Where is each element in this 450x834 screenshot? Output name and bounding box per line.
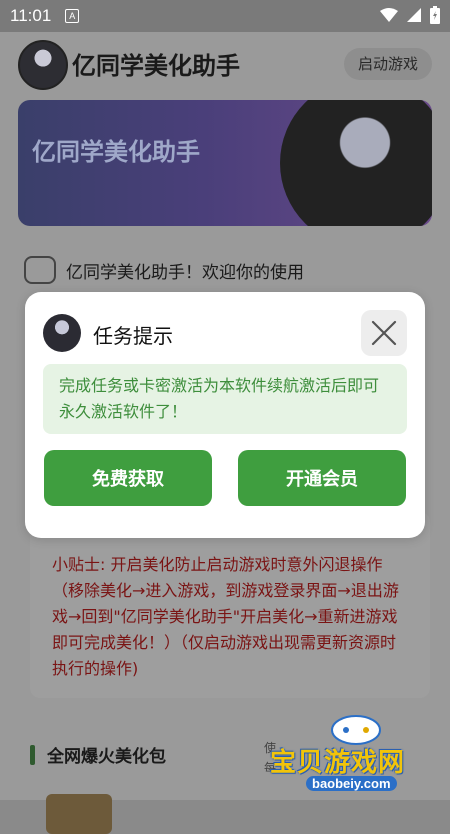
section-accent-bar: [30, 744, 35, 765]
welcome-text: 亿同学美化助手！欢迎你的使用: [66, 262, 304, 283]
notification-icon: A: [65, 9, 80, 23]
status-bar: 11:01 A: [0, 0, 450, 32]
dialog-message: 完成任务或卡密激活为本软件续航激活后即可永久激活软件了！: [43, 364, 407, 434]
watermark: 宝贝游戏网 baobeiy.com: [266, 712, 446, 800]
signal-icon: [407, 8, 421, 22]
battery-icon: [430, 6, 440, 24]
app-header: 亿同学美化助手 启动游戏: [0, 32, 450, 94]
section-title: 全网爆火美化包: [47, 747, 166, 767]
wifi-icon: [380, 8, 398, 22]
tips-text: 小贴士: 开启美化防止启动游戏时意外闪退操作（移除美化→进入游戏，到游戏登录界面…: [52, 555, 399, 678]
task-dialog: 任务提示 完成任务或卡密激活为本软件续航激活后即可永久激活软件了！ 免费获取 开…: [25, 292, 425, 538]
watermark-url: baobeiy.com: [306, 776, 397, 791]
tips-card: 小贴士: 开启美化防止启动游戏时意外闪退操作（移除美化→进入游戏，到游戏登录界面…: [30, 512, 430, 698]
close-button[interactable]: [361, 310, 407, 356]
launch-game-button[interactable]: 启动游戏: [343, 48, 432, 80]
banner-title: 亿同学美化助手: [32, 138, 200, 166]
banner[interactable]: 亿同学美化助手: [18, 100, 432, 226]
watermark-text: 宝贝游戏网: [270, 748, 406, 778]
section-header: 全网爆火美化包: [30, 742, 166, 767]
status-time: 11:01: [10, 6, 52, 25]
banner-avatar-image: [280, 100, 432, 226]
package-thumbnail[interactable]: [46, 794, 112, 834]
welcome-row: 亿同学美化助手！欢迎你的使用: [24, 256, 304, 284]
gamepad-icon: [24, 256, 56, 284]
dialog-title: 任务提示: [93, 324, 173, 348]
avatar[interactable]: [18, 40, 68, 90]
dialog-avatar: [43, 314, 81, 352]
app-title: 亿同学美化助手: [72, 52, 240, 80]
free-get-button[interactable]: 免费获取: [44, 450, 212, 506]
open-membership-button[interactable]: 开通会员: [238, 450, 406, 506]
close-icon: [371, 320, 397, 346]
gamepad-logo-icon: [331, 715, 381, 745]
